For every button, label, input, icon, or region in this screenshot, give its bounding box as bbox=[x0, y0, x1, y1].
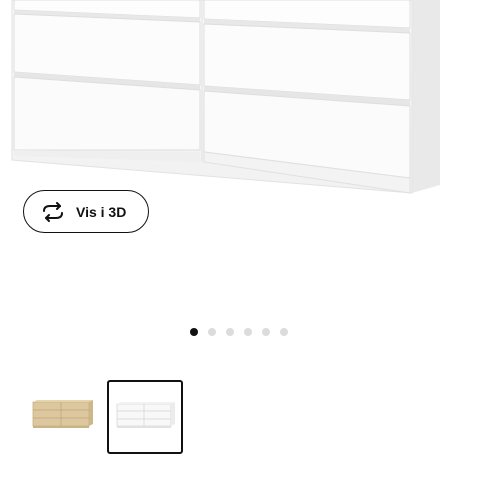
variant-thumbnail-white[interactable] bbox=[107, 380, 183, 454]
carousel-dot-3[interactable] bbox=[226, 328, 234, 336]
white-dresser-image bbox=[116, 402, 175, 428]
carousel-dot-4[interactable] bbox=[244, 328, 252, 336]
product-image[interactable] bbox=[0, 0, 480, 200]
carousel-dot-2[interactable] bbox=[208, 328, 216, 336]
dresser-illustration bbox=[11, 0, 440, 194]
birch-dresser-image bbox=[32, 400, 93, 428]
image-carousel-pagination bbox=[190, 328, 298, 336]
rotate-icon bbox=[41, 201, 65, 222]
variant-thumbnail-birch[interactable] bbox=[29, 380, 105, 454]
carousel-dot-5[interactable] bbox=[262, 328, 270, 336]
view-in-3d-button[interactable]: Vis i 3D bbox=[23, 190, 149, 233]
view-in-3d-label: Vis i 3D bbox=[76, 203, 127, 220]
carousel-dot-6[interactable] bbox=[280, 328, 288, 336]
carousel-dot-1[interactable] bbox=[190, 328, 198, 336]
